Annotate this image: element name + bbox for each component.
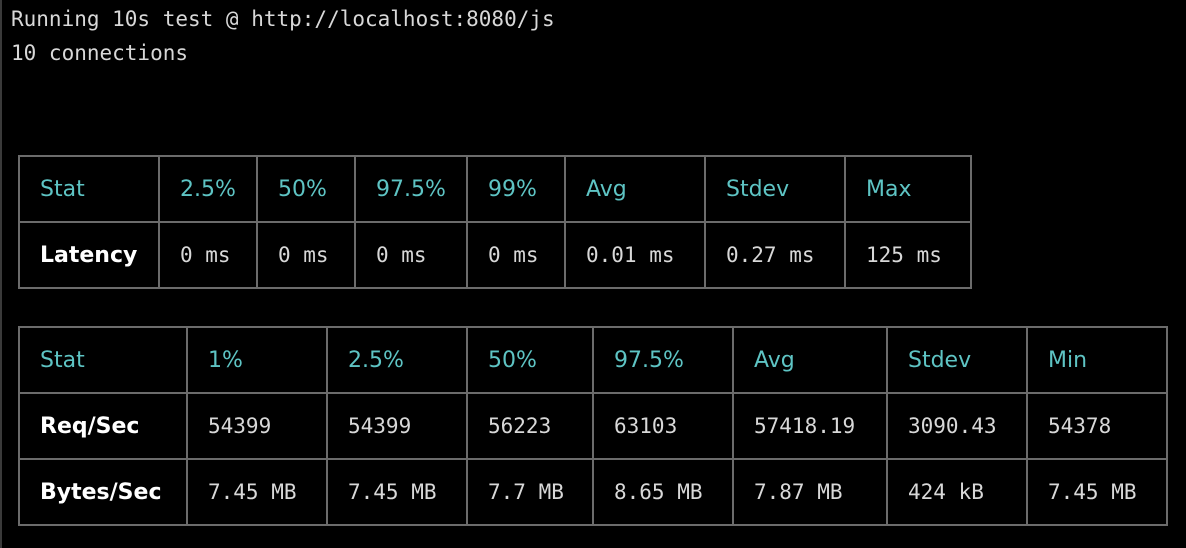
value-cell: 56223: [466, 392, 594, 460]
throughput-table: Stat 1% 2.5% 50% 97.5% Avg Stdev Min Req…: [18, 326, 1168, 526]
header-cell: Avg: [564, 155, 706, 223]
header-cell: 2.5%: [326, 326, 468, 394]
table-row: Latency 0 ms 0 ms 0 ms 0 ms 0.01 ms 0.27…: [18, 221, 972, 289]
throughput-header-row: Stat 1% 2.5% 50% 97.5% Avg Stdev Min: [18, 326, 1168, 394]
value-cell: 7.87 MB: [732, 458, 888, 526]
value-cell: 0.01 ms: [564, 221, 706, 289]
header-cell: Stdev: [886, 326, 1028, 394]
header-cell: 97.5%: [354, 155, 468, 223]
value-cell: 0 ms: [466, 221, 566, 289]
header-cell: Stat: [18, 155, 160, 223]
header-cell: 99%: [466, 155, 566, 223]
header-cell: Stdev: [704, 155, 846, 223]
value-cell: 54378: [1026, 392, 1168, 460]
table-row: Bytes/Sec 7.45 MB 7.45 MB 7.7 MB 8.65 MB…: [18, 458, 1168, 526]
header-cell: 2.5%: [158, 155, 258, 223]
value-cell: 424 kB: [886, 458, 1028, 526]
row-label-req-sec: Req/Sec: [18, 392, 188, 460]
value-cell: 57418.19: [732, 392, 888, 460]
test-description-line: Running 10s test @ http://localhost:8080…: [11, 7, 555, 31]
header-cell: 50%: [256, 155, 356, 223]
value-cell: 8.65 MB: [592, 458, 734, 526]
latency-header-row: Stat 2.5% 50% 97.5% 99% Avg Stdev Max: [18, 155, 972, 223]
value-cell: 7.45 MB: [186, 458, 328, 526]
value-cell: 3090.43: [886, 392, 1028, 460]
header-cell: Min: [1026, 326, 1168, 394]
value-cell: 0 ms: [158, 221, 258, 289]
value-cell: 125 ms: [844, 221, 972, 289]
value-cell: 0 ms: [354, 221, 468, 289]
row-label-bytes-sec: Bytes/Sec: [18, 458, 188, 526]
value-cell: 7.45 MB: [326, 458, 468, 526]
header-cell: 50%: [466, 326, 594, 394]
value-cell: 0 ms: [256, 221, 356, 289]
value-cell: 0.27 ms: [704, 221, 846, 289]
value-cell: 63103: [592, 392, 734, 460]
header-cell: Stat: [18, 326, 188, 394]
header-cell: Max: [844, 155, 972, 223]
row-label-latency: Latency: [18, 221, 160, 289]
value-cell: 54399: [326, 392, 468, 460]
terminal-left-border: [0, 0, 2, 548]
header-cell: 97.5%: [592, 326, 734, 394]
header-cell: 1%: [186, 326, 328, 394]
value-cell: 7.7 MB: [466, 458, 594, 526]
connections-line: 10 connections: [11, 41, 189, 65]
value-cell: 54399: [186, 392, 328, 460]
table-row: Req/Sec 54399 54399 56223 63103 57418.19…: [18, 392, 1168, 460]
value-cell: 7.45 MB: [1026, 458, 1168, 526]
latency-table: Stat 2.5% 50% 97.5% 99% Avg Stdev Max La…: [18, 155, 972, 289]
header-cell: Avg: [732, 326, 888, 394]
